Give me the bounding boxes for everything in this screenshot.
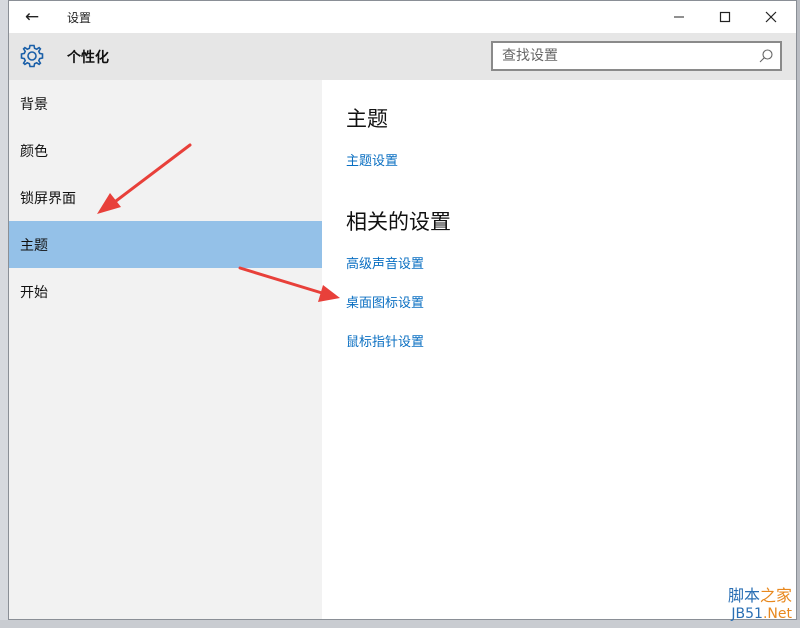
minimize-button[interactable] <box>656 1 702 33</box>
advanced-sound-settings-link[interactable]: 高级声音设置 <box>346 253 424 272</box>
back-button[interactable]: ← <box>17 4 47 30</box>
section-title-related-settings: 相关的设置 <box>346 210 451 234</box>
close-icon <box>765 11 777 23</box>
page-header: 个性化 <box>9 33 796 80</box>
sidebar-item-start[interactable]: 开始 <box>9 268 322 315</box>
main-content: 主题 主题设置 相关的设置 高级声音设置 桌面图标设置 鼠标指针设置 <box>322 80 796 619</box>
search-box[interactable] <box>491 41 782 71</box>
sidebar-item-themes[interactable]: 主题 <box>9 221 322 268</box>
page-title: 个性化 <box>67 50 109 66</box>
maximize-button[interactable] <box>702 1 748 33</box>
watermark-text-b: 之家 <box>759 586 792 605</box>
desktop-background <box>0 0 8 628</box>
maximize-icon <box>719 11 731 23</box>
search-icon[interactable] <box>758 48 774 64</box>
watermark-line1: 脚本之家 <box>702 587 792 605</box>
back-arrow-icon: ← <box>24 7 40 27</box>
window-title: 设置 <box>67 11 92 25</box>
close-button[interactable] <box>748 1 794 33</box>
mouse-pointer-settings-link[interactable]: 鼠标指针设置 <box>346 331 424 350</box>
sidebar-item-label: 背景 <box>20 96 48 113</box>
sidebar-item-lock-screen[interactable]: 锁屏界面 <box>9 174 322 221</box>
sidebar-item-label: 开始 <box>20 284 48 301</box>
desktop-bottom-edge <box>0 620 800 628</box>
sidebar-item-colors[interactable]: 颜色 <box>9 127 322 174</box>
watermark-line2: JB51.Net <box>702 605 792 623</box>
sidebar-item-label: 锁屏界面 <box>20 190 76 207</box>
sidebar-item-label: 主题 <box>20 237 48 254</box>
watermark-text-d: .Net <box>762 606 792 622</box>
settings-window: ← 设置 个性化 查找设置 背景 颜色 锁屏界面 主题 开始 主题 主题设置 相… <box>8 0 797 620</box>
minimize-icon <box>674 16 684 18</box>
section-title-themes: 主题 <box>346 107 388 131</box>
watermark-text-a: 脚本 <box>727 586 760 605</box>
theme-settings-link[interactable]: 主题设置 <box>346 150 398 169</box>
sidebar-item-label: 颜色 <box>20 143 48 160</box>
site-watermark: 脚本之家 JB51.Net <box>702 587 792 623</box>
sidebar: 背景 颜色 锁屏界面 主题 开始 <box>9 80 322 619</box>
watermark-text-c: JB51 <box>731 606 763 622</box>
gear-icon <box>20 44 44 68</box>
title-bar: ← 设置 <box>9 1 796 33</box>
desktop-icon-settings-link[interactable]: 桌面图标设置 <box>346 292 424 311</box>
sidebar-item-background[interactable]: 背景 <box>9 80 322 127</box>
search-input[interactable] <box>493 43 743 69</box>
